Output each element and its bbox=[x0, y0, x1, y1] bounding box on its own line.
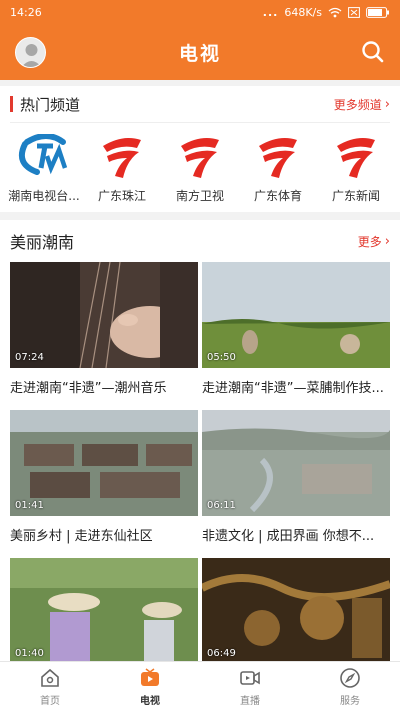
channel-name: 广东珠江 bbox=[97, 189, 146, 203]
battery-icon bbox=[366, 6, 389, 18]
chevron-right-icon: › bbox=[384, 233, 390, 249]
tab-tv-label: 电视 bbox=[140, 695, 160, 707]
hot-channels-section: 热门频道 更多频道 › 潮南电视台... 广东珠江 南方卫视 广东体育 广东新闻 bbox=[0, 86, 400, 212]
video-duration: 01:41 bbox=[15, 500, 44, 511]
section-marker bbox=[10, 96, 13, 112]
top-bar: 14:26 ... 648K/s 电视 bbox=[0, 0, 400, 80]
bottom-tabbar: 首页 电视 直播 服务 bbox=[0, 661, 400, 711]
video-card[interactable]: 01:41 美丽乡村 | 走进东仙社区 bbox=[10, 410, 198, 558]
video-thumbnail: 07:24 bbox=[10, 262, 198, 368]
video-duration: 07:24 bbox=[15, 352, 44, 363]
video-duration: 01:40 bbox=[15, 648, 44, 659]
channel-name: 广东新闻 bbox=[331, 189, 380, 203]
video-thumbnail: 01:41 bbox=[10, 410, 198, 516]
video-card[interactable]: 07:24 走进潮南“非遗”—潮州音乐 bbox=[10, 262, 198, 410]
page-title: 电视 bbox=[178, 42, 221, 65]
channel-name: 潮南电视台... bbox=[8, 189, 80, 203]
channel-name: 广东体育 bbox=[253, 189, 302, 203]
video-section-title: 美丽潮南 bbox=[10, 233, 75, 252]
video-thumbnail: 01:40 bbox=[10, 558, 198, 661]
tea-picking-thumbnail-image bbox=[10, 558, 198, 661]
gdtv-logo-icon bbox=[181, 138, 219, 178]
avatar[interactable] bbox=[15, 37, 46, 68]
video-duration: 06:49 bbox=[207, 648, 236, 659]
video-title: 非遗文化 | 成田界画 你想不... bbox=[202, 529, 375, 544]
tv-icon bbox=[141, 667, 159, 686]
video-duration: 05:50 bbox=[207, 352, 236, 363]
tab-live[interactable]: 直播 bbox=[200, 662, 300, 711]
video-card[interactable]: 06:11 非遗文化 | 成田界画 你想不... bbox=[202, 410, 390, 558]
tab-service-label: 服务 bbox=[340, 695, 360, 707]
channel-item-sports[interactable]: 广东体育 bbox=[240, 133, 316, 204]
wood-carving-thumbnail-image bbox=[202, 558, 390, 661]
channel-name: 南方卫视 bbox=[175, 189, 224, 203]
tab-live-label: 直播 bbox=[240, 695, 260, 707]
video-card[interactable]: 06:49 bbox=[202, 558, 390, 661]
channel-item-nanfang[interactable]: 南方卫视 bbox=[162, 133, 238, 204]
more-channels-label: 更多频道 bbox=[333, 97, 382, 112]
video-title: 美丽乡村 | 走进东仙社区 bbox=[10, 529, 153, 544]
wifi-icon bbox=[328, 7, 342, 17]
network-speed: 648K/s bbox=[284, 5, 322, 19]
video-thumbnail: 06:11 bbox=[202, 410, 390, 516]
video-card[interactable]: 05:50 走进潮南“非遗”—菜脯制作技... bbox=[202, 262, 390, 410]
video-section: 美丽潮南 更多 › 07:24 走进潮南“非遗”—潮州音乐 05:50 走进潮南… bbox=[0, 220, 400, 661]
more-videos-label: 更多 bbox=[357, 234, 382, 249]
app-header: 电视 bbox=[0, 24, 400, 80]
status-dots: ... bbox=[262, 5, 279, 19]
tab-home-label: 首页 bbox=[40, 695, 60, 707]
tab-service[interactable]: 服务 bbox=[300, 662, 400, 711]
gdtv-logo-icon bbox=[259, 138, 297, 178]
gdtv-logo-icon bbox=[103, 138, 141, 178]
chaonan-tv-logo-icon bbox=[19, 134, 68, 175]
live-camera-icon bbox=[240, 670, 260, 685]
search-icon[interactable] bbox=[360, 39, 386, 65]
video-card[interactable]: 01:40 bbox=[10, 558, 198, 661]
gdtv-logo-icon bbox=[337, 138, 375, 178]
chevron-right-icon: › bbox=[384, 96, 390, 112]
more-channels-link[interactable]: 更多频道 › bbox=[334, 96, 390, 113]
sim-icon bbox=[348, 6, 360, 18]
status-bar: 14:26 ... 648K/s bbox=[0, 0, 400, 24]
compass-icon bbox=[340, 667, 360, 688]
channel-item-zhujiang[interactable]: 广东珠江 bbox=[84, 133, 160, 204]
status-time: 14:26 bbox=[10, 5, 42, 19]
tab-tv[interactable]: 电视 bbox=[100, 662, 200, 711]
user-icon bbox=[21, 44, 42, 67]
channel-item-news[interactable]: 广东新闻 bbox=[318, 133, 394, 204]
video-title: 走进潮南“非遗”—潮州音乐 bbox=[10, 381, 167, 396]
video-thumbnail: 05:50 bbox=[202, 262, 390, 368]
video-title: 走进潮南“非遗”—菜脯制作技... bbox=[202, 381, 384, 396]
home-icon bbox=[41, 668, 59, 687]
tab-home[interactable]: 首页 bbox=[0, 662, 100, 711]
video-thumbnail: 06:49 bbox=[202, 558, 390, 661]
video-duration: 06:11 bbox=[207, 500, 236, 511]
more-videos-link[interactable]: 更多 › bbox=[358, 233, 390, 250]
channel-item-chaonan[interactable]: 潮南电视台... bbox=[6, 133, 82, 204]
hot-channels-title: 热门频道 bbox=[20, 95, 81, 114]
